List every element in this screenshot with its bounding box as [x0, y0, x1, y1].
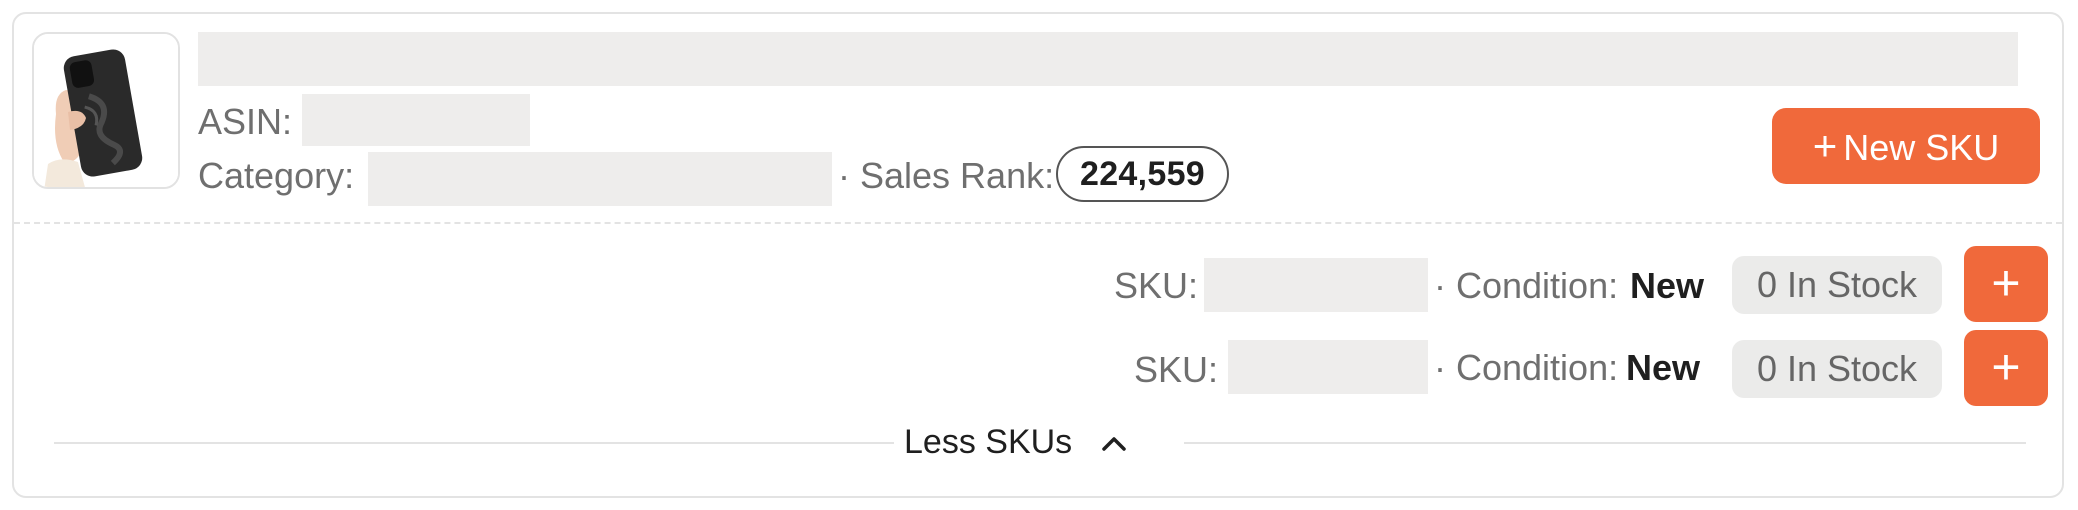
product-thumbnail[interactable] [32, 32, 180, 189]
condition-label: · Condition: [1434, 347, 1619, 388]
add-stock-button[interactable]: + [1964, 330, 2048, 406]
sales-rank-badge: 224,559 [1056, 146, 1230, 202]
asin-value-redacted [302, 94, 530, 146]
sales-rank-label: · Sales Rank: [838, 155, 1055, 196]
new-sku-label: New SKU [1843, 127, 2000, 168]
toggle-divider-right [1184, 442, 2026, 444]
condition-value: New [1626, 347, 1701, 388]
category-value-redacted [368, 152, 832, 206]
less-skus-label: Less SKUs [904, 423, 1073, 461]
category-label: Category: [198, 155, 355, 196]
plus-icon: + [1991, 255, 2021, 311]
stock-badge: 0 In Stock [1732, 256, 1942, 314]
sku-value-redacted [1204, 258, 1428, 312]
product-title-redacted [198, 32, 2018, 86]
asin-label: ASIN: [198, 101, 293, 142]
stock-badge: 0 In Stock [1732, 340, 1942, 398]
less-skus-toggle[interactable]: Less SKUs [904, 418, 1128, 466]
toggle-divider-left [54, 442, 894, 444]
plus-icon: + [1991, 339, 2021, 395]
condition-value: New [1630, 265, 1705, 306]
sku-label: SKU: [1134, 349, 1219, 390]
sku-value-redacted [1228, 340, 1428, 394]
phone-case-image [34, 34, 178, 187]
new-sku-button[interactable]: + New SKU [1772, 108, 2040, 184]
chevron-up-icon [1101, 437, 1126, 451]
plus-icon: + [1812, 122, 1838, 169]
section-divider [14, 222, 2062, 224]
condition-label: · Condition: [1434, 265, 1619, 306]
sku-label: SKU: [1114, 265, 1199, 306]
add-stock-button[interactable]: + [1964, 246, 2048, 322]
product-card: ASIN: Category: · Sales Rank: 224,559 + N… [12, 12, 2064, 498]
